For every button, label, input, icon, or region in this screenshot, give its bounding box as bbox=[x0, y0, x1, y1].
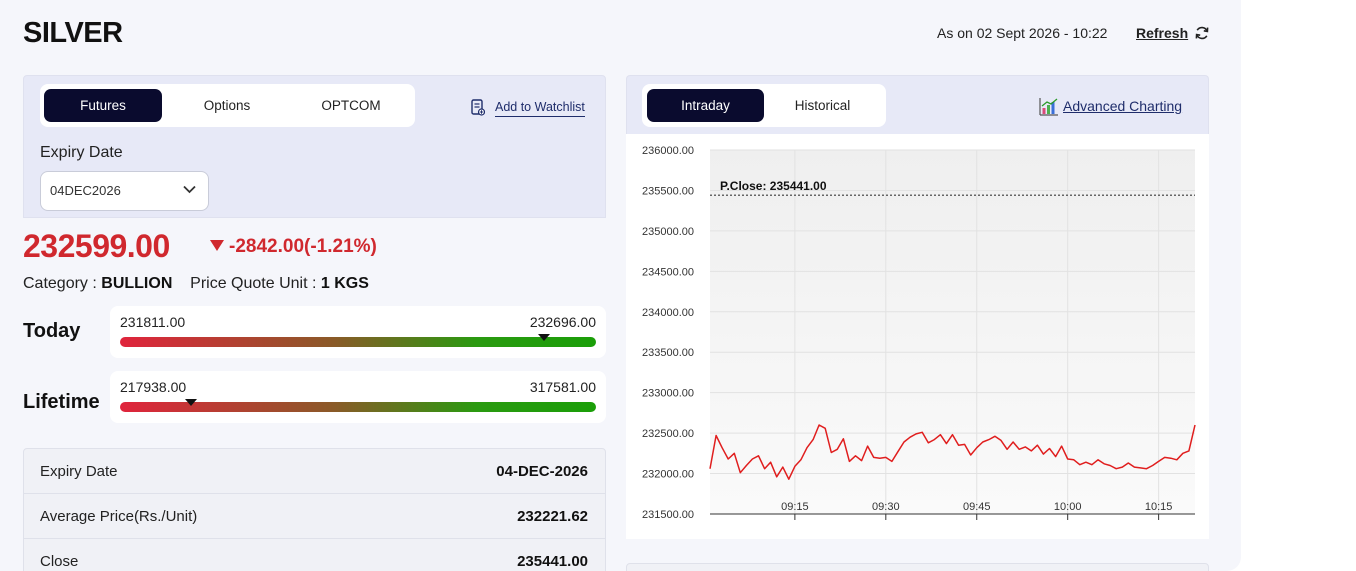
today-range-marker bbox=[537, 334, 550, 341]
down-arrow-icon bbox=[210, 240, 224, 251]
refresh-icon[interactable] bbox=[1194, 25, 1210, 41]
expiry-date-value: 04DEC2026 bbox=[50, 183, 121, 198]
page: SILVER As on 02 Sept 2026 - 10:22 Refres… bbox=[0, 0, 1241, 571]
tab-futures[interactable]: Futures bbox=[44, 89, 162, 122]
detail-value: 232221.62 bbox=[517, 508, 588, 525]
today-range: 231811.00 232696.00 bbox=[110, 306, 606, 358]
lifetime-range: 217938.00 317581.00 bbox=[110, 371, 606, 423]
tab-intraday[interactable]: Intraday bbox=[647, 89, 764, 122]
refresh-link[interactable]: Refresh bbox=[1136, 25, 1188, 41]
lifetime-low: 217938.00 bbox=[120, 379, 187, 395]
y-tick-label: 231500.00 bbox=[642, 509, 694, 521]
page-title: SILVER bbox=[23, 17, 123, 49]
table-row: Expiry Date 04-DEC-2026 bbox=[24, 449, 605, 494]
instrument-tabs: Futures Options OPTCOM bbox=[40, 84, 415, 127]
category-value: BULLION bbox=[101, 275, 173, 292]
prev-close-label: P.Close: 235441.00 bbox=[720, 179, 827, 193]
price-change: -2842.00(-1.21%) bbox=[210, 236, 377, 258]
y-tick-label: 234000.00 bbox=[642, 307, 694, 319]
price-quote-unit-value: 1 KGS bbox=[320, 275, 369, 292]
tab-historical[interactable]: Historical bbox=[764, 89, 881, 122]
y-tick-label: 233500.00 bbox=[642, 347, 694, 359]
as-on-timestamp: As on 02 Sept 2026 - 10:22 bbox=[937, 25, 1108, 41]
watchlist-icon[interactable] bbox=[471, 99, 485, 116]
chart-icon[interactable] bbox=[1039, 97, 1059, 116]
price-quote-unit-label: Price Quote Unit : bbox=[190, 275, 317, 292]
x-tick-label: 09:45 bbox=[963, 501, 991, 513]
today-high: 232696.00 bbox=[529, 314, 596, 330]
detail-key: Expiry Date bbox=[40, 463, 118, 480]
add-to-watchlist-link[interactable]: Add to Watchlist bbox=[495, 100, 585, 117]
table-row: Average Price(Rs./Unit) 232221.62 bbox=[24, 494, 605, 539]
y-tick-label: 235500.00 bbox=[642, 185, 694, 197]
chart-header: Intraday Historical Advanced Charting bbox=[626, 75, 1209, 134]
x-tick-label: 09:30 bbox=[872, 501, 900, 513]
tab-optcom[interactable]: OPTCOM bbox=[292, 89, 410, 122]
last-price: 232599.00 bbox=[23, 228, 170, 264]
detail-value: 235441.00 bbox=[517, 553, 588, 570]
expiry-date-select[interactable]: 04DEC2026 bbox=[40, 171, 209, 211]
category-label: Category : bbox=[23, 275, 97, 292]
tab-options[interactable]: Options bbox=[168, 89, 286, 122]
y-tick-label: 232500.00 bbox=[642, 428, 694, 440]
intraday-chart-svg: 236000.00 235500.00 235000.00 234500.00 2340… bbox=[642, 145, 1196, 521]
lifetime-range-marker bbox=[185, 399, 198, 406]
y-tick-label: 233000.00 bbox=[642, 388, 694, 400]
lifetime-high: 317581.00 bbox=[529, 379, 596, 395]
y-tick-label: 236000.00 bbox=[642, 145, 694, 157]
intraday-chart: 236000.00 235500.00 235000.00 234500.00 2340… bbox=[626, 134, 1209, 539]
advanced-charting-link[interactable]: Advanced Charting bbox=[1063, 98, 1182, 114]
chart-tabs: Intraday Historical bbox=[642, 84, 886, 127]
y-tick-label: 234500.00 bbox=[642, 266, 694, 278]
lifetime-range-label: Lifetime bbox=[23, 391, 100, 413]
contract-selector-panel: Futures Options OPTCOM Add to Watchlist … bbox=[23, 75, 606, 218]
y-tick-label: 235000.00 bbox=[642, 226, 694, 238]
today-range-bar bbox=[120, 337, 596, 347]
expiry-date-label: Expiry Date bbox=[40, 144, 123, 161]
plot-area bbox=[710, 150, 1195, 514]
price-change-value: -2842.00(-1.21%) bbox=[229, 236, 377, 257]
detail-value: 04-DEC-2026 bbox=[496, 463, 588, 480]
today-range-label: Today bbox=[23, 320, 81, 342]
contract-details-table: Expiry Date 04-DEC-2026 Average Price(Rs… bbox=[23, 448, 606, 571]
x-tick-label: 09:15 bbox=[781, 501, 809, 513]
contract-meta: Category : BULLION Price Quote Unit : 1 … bbox=[23, 275, 369, 293]
table-row: Close 235441.00 bbox=[24, 539, 605, 571]
next-panel bbox=[626, 563, 1209, 571]
x-tick-label: 10:15 bbox=[1145, 501, 1173, 513]
detail-key: Close bbox=[40, 553, 79, 570]
today-low: 231811.00 bbox=[120, 314, 186, 330]
chevron-down-icon bbox=[183, 185, 196, 194]
y-tick-label: 232000.00 bbox=[642, 469, 694, 481]
detail-key: Average Price(Rs./Unit) bbox=[40, 508, 198, 525]
x-tick-label: 10:00 bbox=[1054, 501, 1082, 513]
